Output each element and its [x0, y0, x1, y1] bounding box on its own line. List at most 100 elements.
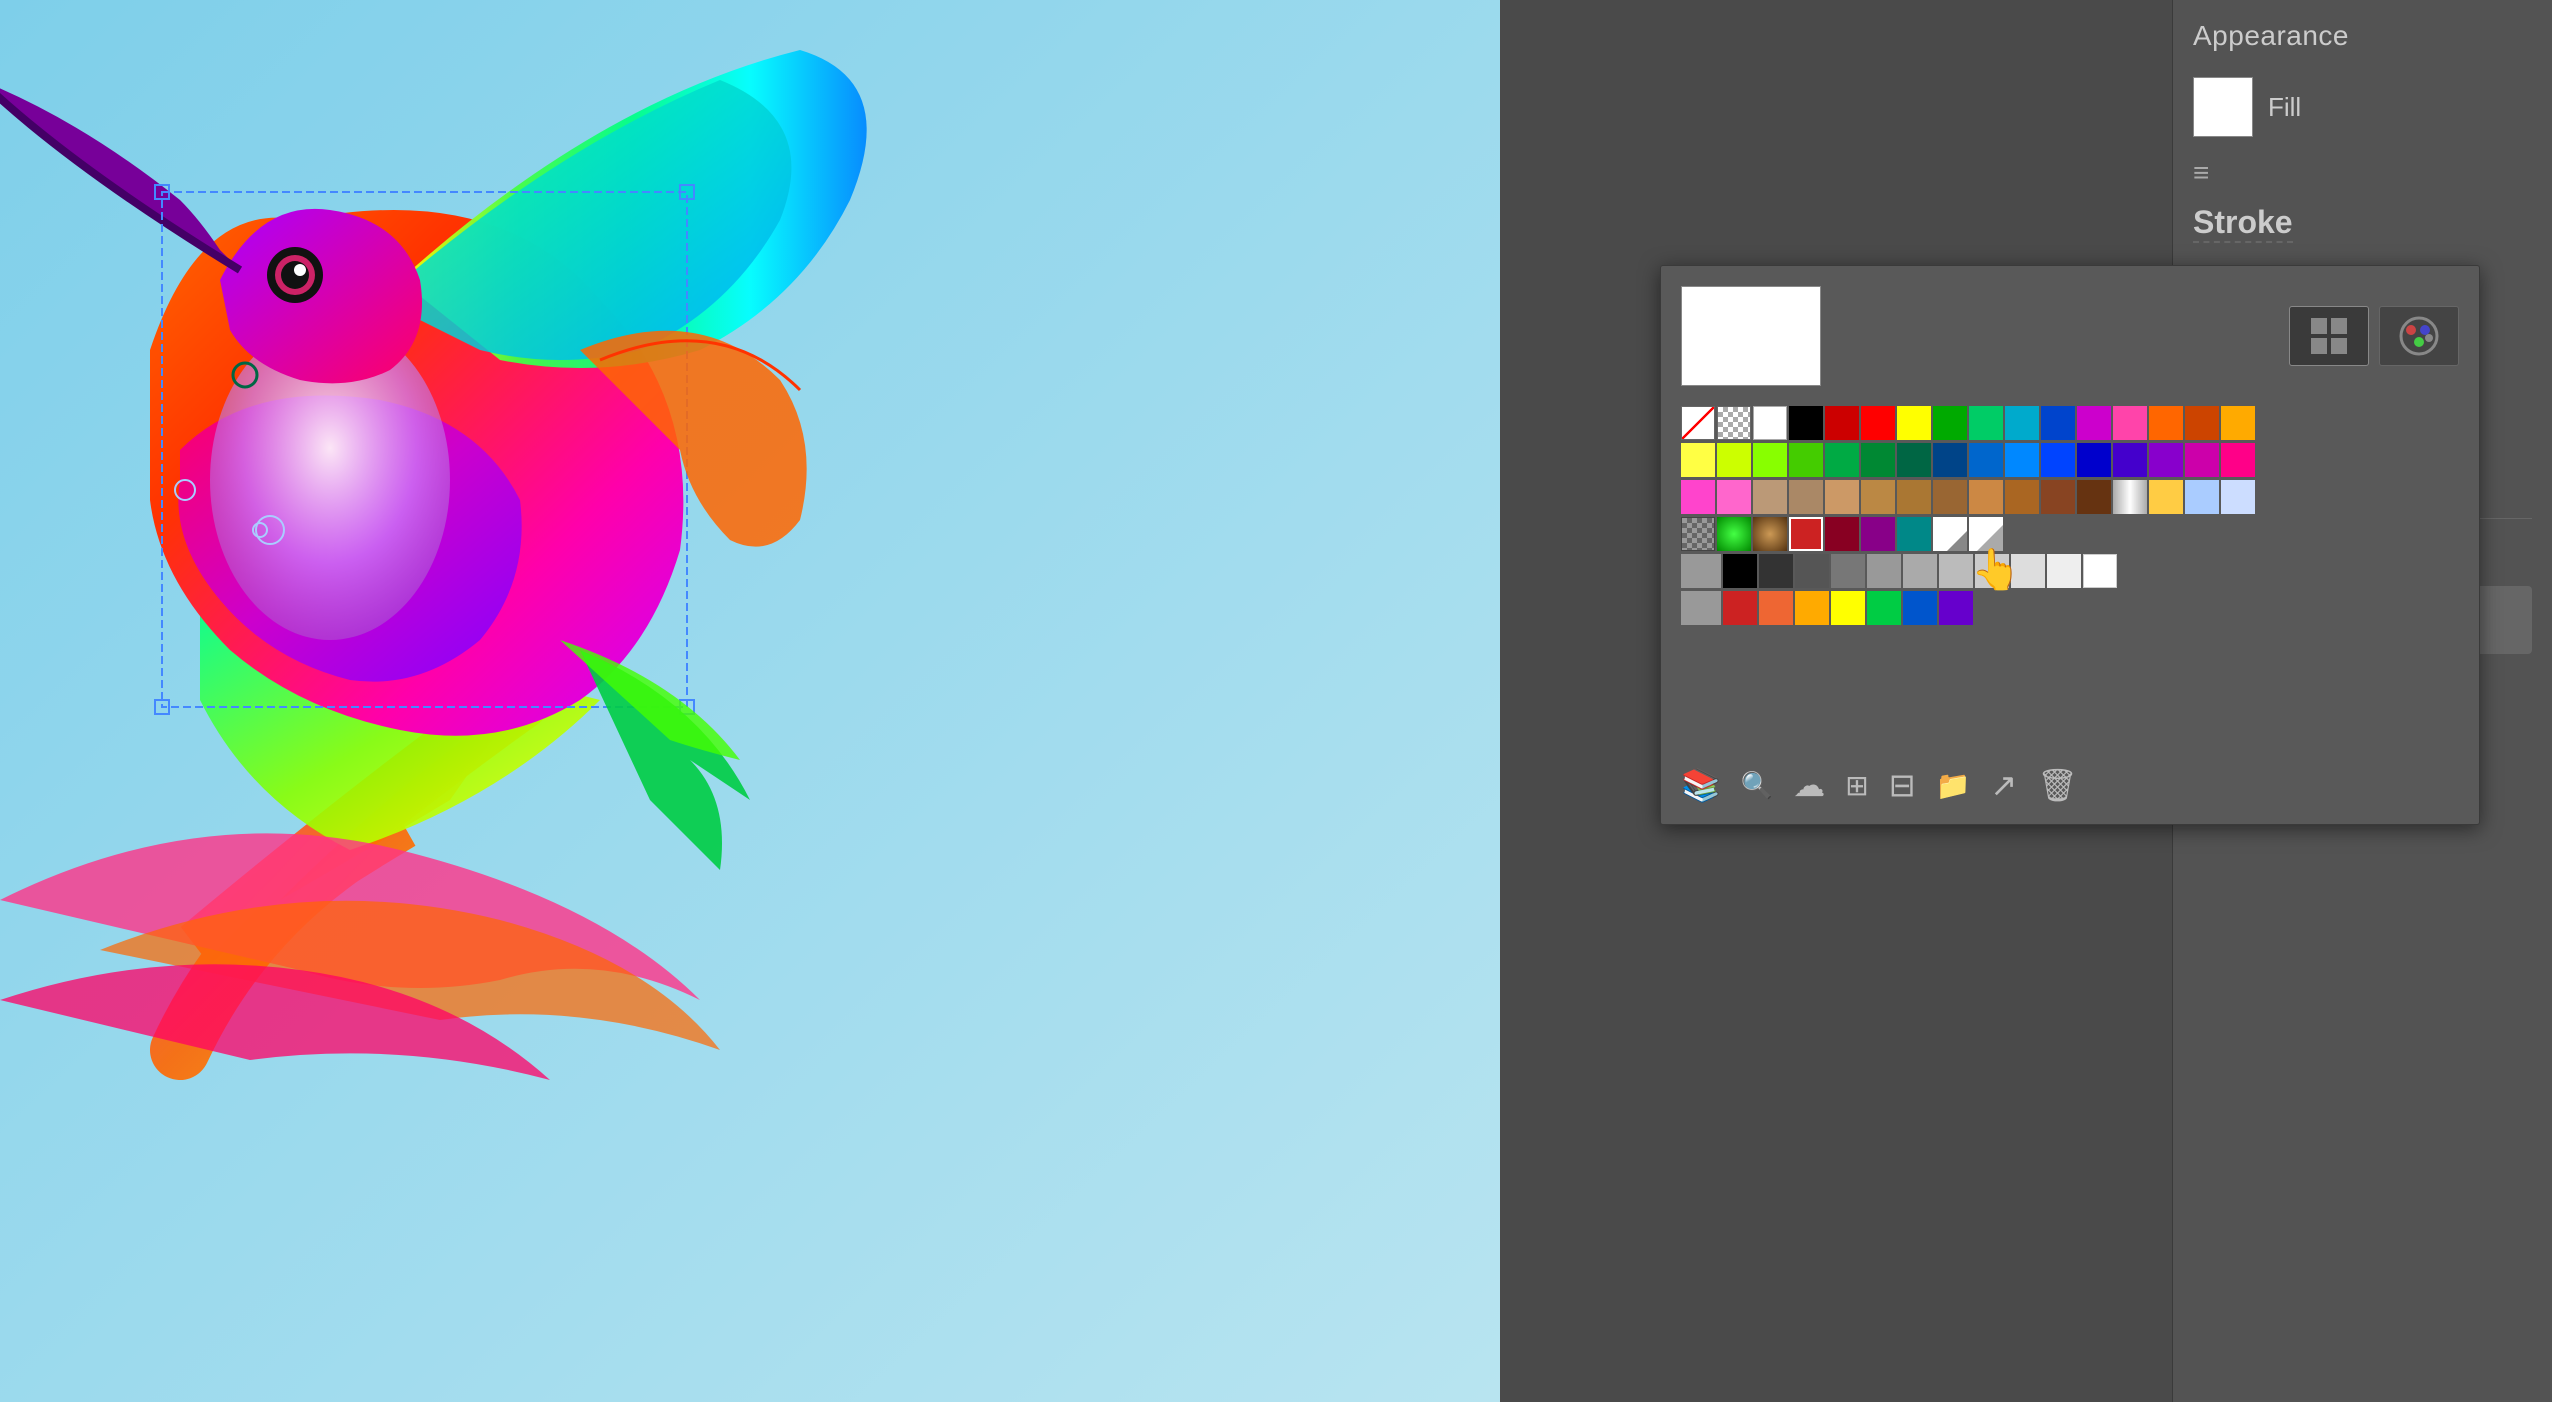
swatch-pink3[interactable] [1717, 480, 1751, 514]
table-toolbar-icon[interactable]: ⊟ [1889, 766, 1916, 804]
gray4-swatch[interactable] [1867, 554, 1901, 588]
dark-red-swatch[interactable] [1825, 517, 1859, 551]
swatch-yellow-light[interactable] [1681, 443, 1715, 477]
gray7-swatch[interactable] [1975, 554, 2009, 588]
swatch-green-bright[interactable] [1753, 443, 1787, 477]
swatch-amber[interactable] [2221, 406, 2255, 440]
folder-toolbar-icon[interactable]: 📁 [1936, 769, 1971, 802]
swatch-powder-blue[interactable] [2221, 480, 2255, 514]
bright-purple-swatch[interactable] [1939, 591, 1973, 625]
bright-green-swatch[interactable] [1867, 591, 1901, 625]
swatch-brown3[interactable] [1969, 480, 2003, 514]
color-picker-top [1681, 286, 2459, 386]
bright-yellow-swatch[interactable] [1831, 591, 1865, 625]
red-active-swatch[interactable] [1789, 517, 1823, 551]
black-swatch2[interactable] [1723, 554, 1757, 588]
grid-view-button[interactable] [2289, 306, 2369, 366]
white-arrow-swatch[interactable] [1933, 517, 1967, 551]
swatch-purple[interactable] [2185, 443, 2219, 477]
swatch-row-6 [1681, 591, 2459, 625]
swatch-pink[interactable] [2113, 406, 2147, 440]
stroke-label: Stroke [2193, 204, 2293, 243]
swatch-row-3 [1681, 480, 2459, 514]
brown-texture-swatch[interactable] [1753, 517, 1787, 551]
swatch-dark-red[interactable] [1825, 406, 1859, 440]
transparent-swatch[interactable] [1681, 517, 1715, 551]
gray9-swatch[interactable] [2047, 554, 2081, 588]
grid-toolbar-icon[interactable]: ⊞ [1845, 769, 1868, 802]
swatch-pink2[interactable] [1681, 480, 1715, 514]
swatch-gold[interactable] [2149, 480, 2183, 514]
swatch-teal[interactable] [1969, 406, 2003, 440]
gray1-swatch[interactable] [1759, 554, 1793, 588]
move-toolbar-icon[interactable]: ↗ [1990, 766, 2017, 804]
swatch-light-blue[interactable] [2185, 480, 2219, 514]
swatch-silver[interactable] [2113, 480, 2147, 514]
swatch-indigo[interactable] [2113, 443, 2147, 477]
swatch-dark-brown[interactable] [2041, 480, 2075, 514]
swatch-brown-orange[interactable] [2185, 406, 2219, 440]
swatch-orange[interactable] [2149, 406, 2183, 440]
swatch-blue[interactable] [2041, 406, 2075, 440]
pattern-swatch[interactable] [1717, 406, 1751, 440]
swatch-mid-blue[interactable] [1969, 443, 2003, 477]
color-preview-box[interactable] [1681, 286, 1821, 386]
gray2-swatch[interactable] [1795, 554, 1829, 588]
cloud-toolbar-icon[interactable]: ☁ [1793, 766, 1825, 804]
appearance-panel-title: Appearance [2193, 20, 2532, 52]
swatch-green3[interactable] [1825, 443, 1859, 477]
fill-color-box[interactable] [2193, 77, 2253, 137]
swatch-green4[interactable] [1861, 443, 1895, 477]
fill-label: Fill [2268, 92, 2348, 123]
swatch-magenta[interactable] [2077, 406, 2111, 440]
swatch-tan4[interactable] [1861, 480, 1895, 514]
bright-amber-swatch[interactable] [1795, 591, 1829, 625]
swatch-green[interactable] [1933, 406, 1967, 440]
swatch-hot-pink[interactable] [2221, 443, 2255, 477]
swatch-lime[interactable] [1717, 443, 1751, 477]
black-swatch[interactable] [1789, 406, 1823, 440]
teal-swatch[interactable] [1897, 517, 1931, 551]
swatch-tan[interactable] [1753, 480, 1787, 514]
swatch-cyan[interactable] [2005, 406, 2039, 440]
gray-folder-swatch[interactable] [1681, 554, 1721, 588]
swatch-navy[interactable] [1933, 443, 1967, 477]
color-picker-popup[interactable]: 📚 🔍 ☁ ⊞ ⊟ 📁 ↗ 🗑 👆 [1660, 265, 2480, 825]
swatch-blue2[interactable] [2041, 443, 2075, 477]
swatch-brown[interactable] [1897, 480, 1931, 514]
library-toolbar-icon[interactable]: 📚 [1681, 766, 1721, 804]
color-picker-icons [2289, 306, 2459, 366]
bright-red-swatch[interactable] [1723, 591, 1757, 625]
gray6-swatch[interactable] [1939, 554, 1973, 588]
delete-toolbar-icon[interactable]: 🗑 [2037, 766, 2078, 804]
swatch-dark-green[interactable] [1897, 443, 1931, 477]
swatch-tan3[interactable] [1825, 480, 1859, 514]
swatch-green2[interactable] [1789, 443, 1823, 477]
white-swatch2[interactable] [2083, 554, 2117, 588]
swatch-sky-blue[interactable] [2005, 443, 2039, 477]
swatch-dark-blue[interactable] [2077, 443, 2111, 477]
palette-button[interactable] [2379, 306, 2459, 366]
purple-swatch[interactable] [1861, 517, 1895, 551]
none-swatch[interactable] [1681, 406, 1715, 440]
canvas-area[interactable] [0, 0, 1500, 1402]
top-dark-bar [1500, 0, 2150, 260]
search-toolbar-icon[interactable]: 🔍 [1741, 770, 1773, 801]
list-icon: ≡ [2193, 157, 2209, 188]
swatch-tan2[interactable] [1789, 480, 1823, 514]
bright-folder-swatch[interactable] [1681, 591, 1721, 625]
gray8-swatch[interactable] [2011, 554, 2045, 588]
swatch-violet[interactable] [2149, 443, 2183, 477]
gray5-swatch[interactable] [1903, 554, 1937, 588]
green-pattern-swatch[interactable] [1717, 517, 1751, 551]
swatch-brown2[interactable] [1933, 480, 1967, 514]
bright-orange-swatch[interactable] [1759, 591, 1793, 625]
swatch-darkest-brown[interactable] [2077, 480, 2111, 514]
white-swatch[interactable] [1753, 406, 1787, 440]
swatch-yellow[interactable] [1897, 406, 1931, 440]
gray3-swatch[interactable] [1831, 554, 1865, 588]
swatch-red[interactable] [1861, 406, 1895, 440]
bright-blue-swatch[interactable] [1903, 591, 1937, 625]
swatch-brown4[interactable] [2005, 480, 2039, 514]
arrow-swatch[interactable] [1969, 517, 2003, 551]
